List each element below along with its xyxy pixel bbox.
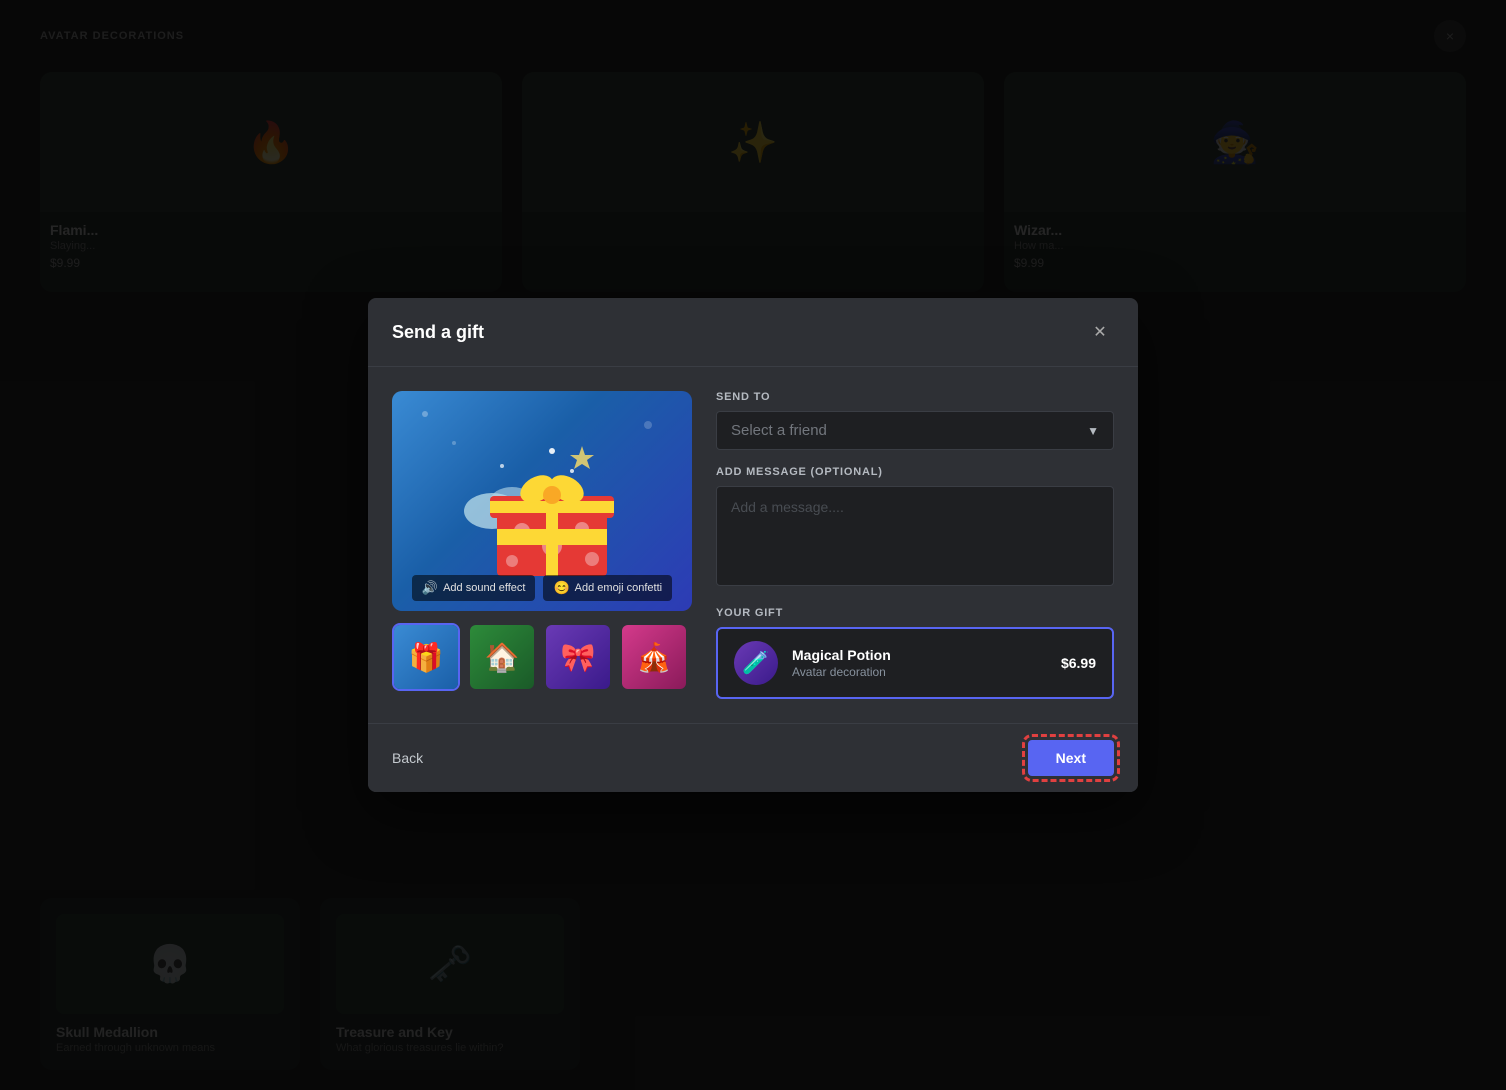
- decorative-dot: [452, 441, 456, 445]
- back-button[interactable]: Back: [392, 742, 423, 774]
- thumbnail-2[interactable]: 🏠: [468, 623, 536, 691]
- modal-footer: Back Next: [368, 723, 1138, 792]
- gift-box-illustration: [462, 421, 622, 581]
- decorative-dot: [422, 411, 428, 417]
- send-gift-modal: Send a gift ✕: [368, 298, 1138, 792]
- friend-select-dropdown[interactable]: Select a friend ▼: [716, 411, 1114, 450]
- thumbnail-4[interactable]: 🎪: [620, 623, 688, 691]
- right-panel: SEND TO Select a friend ▼ ADD MESSAGE (O…: [716, 391, 1114, 699]
- thumbnail-strip: 🎁 🏠 🎀 🎪: [392, 623, 692, 691]
- gift-card: 🧪 Magical Potion Avatar decoration $6.99: [716, 627, 1114, 699]
- chevron-down-icon: ▼: [1087, 424, 1099, 438]
- next-button[interactable]: Next: [1028, 740, 1114, 776]
- gift-info: Magical Potion Avatar decoration: [792, 647, 1047, 679]
- left-panel: 🔊 Add sound effect 😊 Add emoji confetti …: [392, 391, 692, 699]
- gift-name: Magical Potion: [792, 647, 1047, 663]
- modal-header: Send a gift ✕: [368, 298, 1138, 367]
- thumbnail-1[interactable]: 🎁: [392, 623, 460, 691]
- confetti-icon: 😊: [553, 580, 569, 596]
- gift-type: Avatar decoration: [792, 665, 1047, 679]
- message-section: ADD MESSAGE (OPTIONAL): [716, 466, 1114, 591]
- add-confetti-button[interactable]: 😊 Add emoji confetti: [543, 575, 672, 601]
- send-to-label: SEND TO: [716, 391, 1114, 403]
- thumbnail-3[interactable]: 🎀: [544, 623, 612, 691]
- gift-overlay-buttons: 🔊 Add sound effect 😊 Add emoji confetti: [392, 575, 692, 601]
- modal-close-button[interactable]: ✕: [1086, 318, 1114, 346]
- sound-icon: 🔊: [422, 580, 438, 596]
- gift-item-icon: 🧪: [734, 641, 778, 685]
- modal-title: Send a gift: [392, 322, 484, 343]
- friend-placeholder: Select a friend: [731, 422, 827, 439]
- modal-body: 🔊 Add sound effect 😊 Add emoji confetti …: [368, 367, 1138, 723]
- add-sound-button[interactable]: 🔊 Add sound effect: [412, 575, 536, 601]
- gift-price: $6.99: [1061, 655, 1096, 671]
- message-label: ADD MESSAGE (OPTIONAL): [716, 466, 1114, 478]
- your-gift-label: YOUR GIFT: [716, 607, 1114, 619]
- message-textarea[interactable]: [716, 486, 1114, 586]
- decorative-dot: [644, 421, 652, 429]
- gift-preview: 🔊 Add sound effect 😊 Add emoji confetti: [392, 391, 692, 611]
